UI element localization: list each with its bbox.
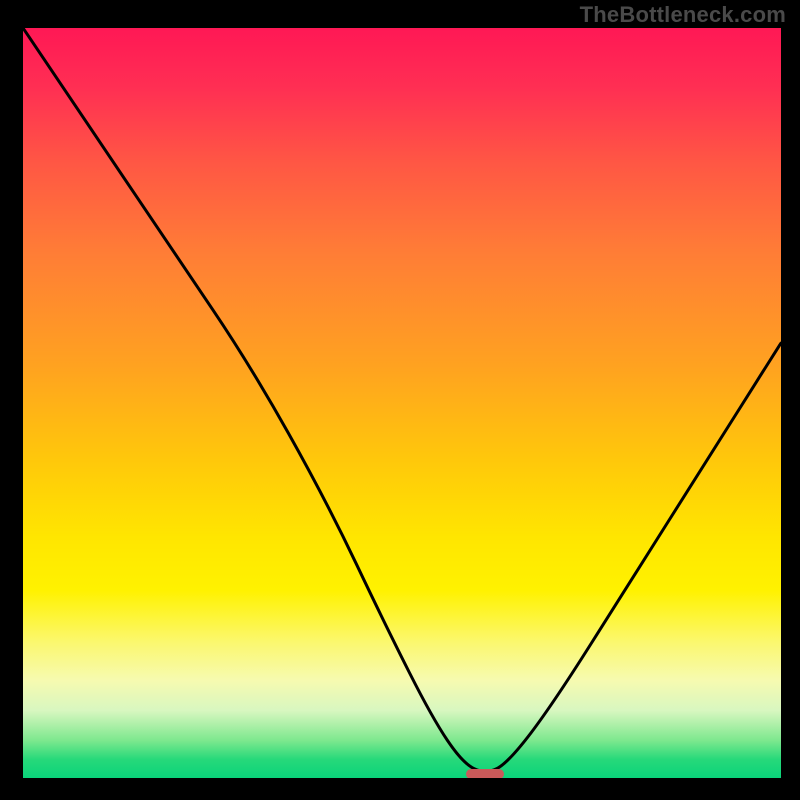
chart-stage: TheBottleneck.com <box>0 0 800 800</box>
plot-area <box>23 28 781 778</box>
bottleneck-curve <box>23 28 781 778</box>
optimal-marker <box>466 769 504 778</box>
watermark-text: TheBottleneck.com <box>580 2 786 28</box>
